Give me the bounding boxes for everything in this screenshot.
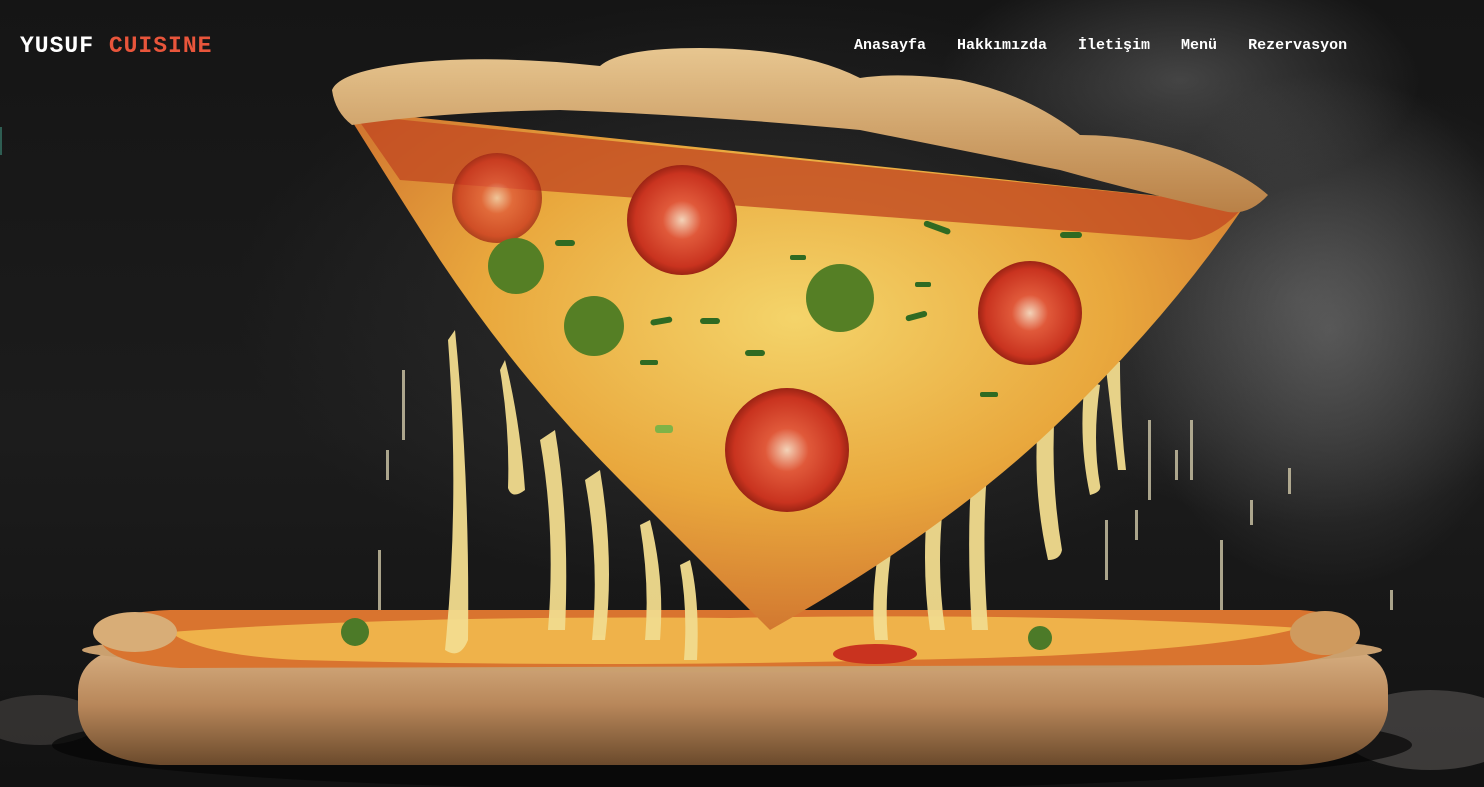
brand-name-first: YUSUF — [20, 33, 95, 59]
edge-marker — [0, 127, 2, 155]
brand-name-second: CUISINE — [108, 33, 213, 59]
nav-link-hakkimizda[interactable]: Hakkımızda — [957, 37, 1047, 55]
nav-link-rezervasyon[interactable]: Rezervasyon — [1248, 37, 1347, 55]
broccoli-bottom-left — [341, 618, 369, 646]
navbar: YUSUF CUISINE Anasayfa Hakkımızda İletiş… — [0, 0, 1484, 92]
right-crust-edge — [1290, 611, 1360, 655]
brand-logo[interactable]: YUSUF CUISINE — [20, 33, 212, 59]
nav-link-menu[interactable]: Menü — [1181, 37, 1217, 55]
nav-menu: Anasayfa Hakkımızda İletişim Menü Rezerv… — [854, 37, 1347, 55]
tomato-bottom — [833, 644, 917, 664]
nav-link-anasayfa[interactable]: Anasayfa — [854, 37, 926, 55]
page: YUSUF CUISINE Anasayfa Hakkımızda İletiş… — [0, 0, 1484, 787]
hero-image — [0, 0, 1484, 787]
nav-link-iletisim[interactable]: İletişim — [1078, 37, 1150, 55]
left-crust-edge — [93, 612, 177, 652]
broccoli-bottom-right — [1028, 626, 1052, 650]
